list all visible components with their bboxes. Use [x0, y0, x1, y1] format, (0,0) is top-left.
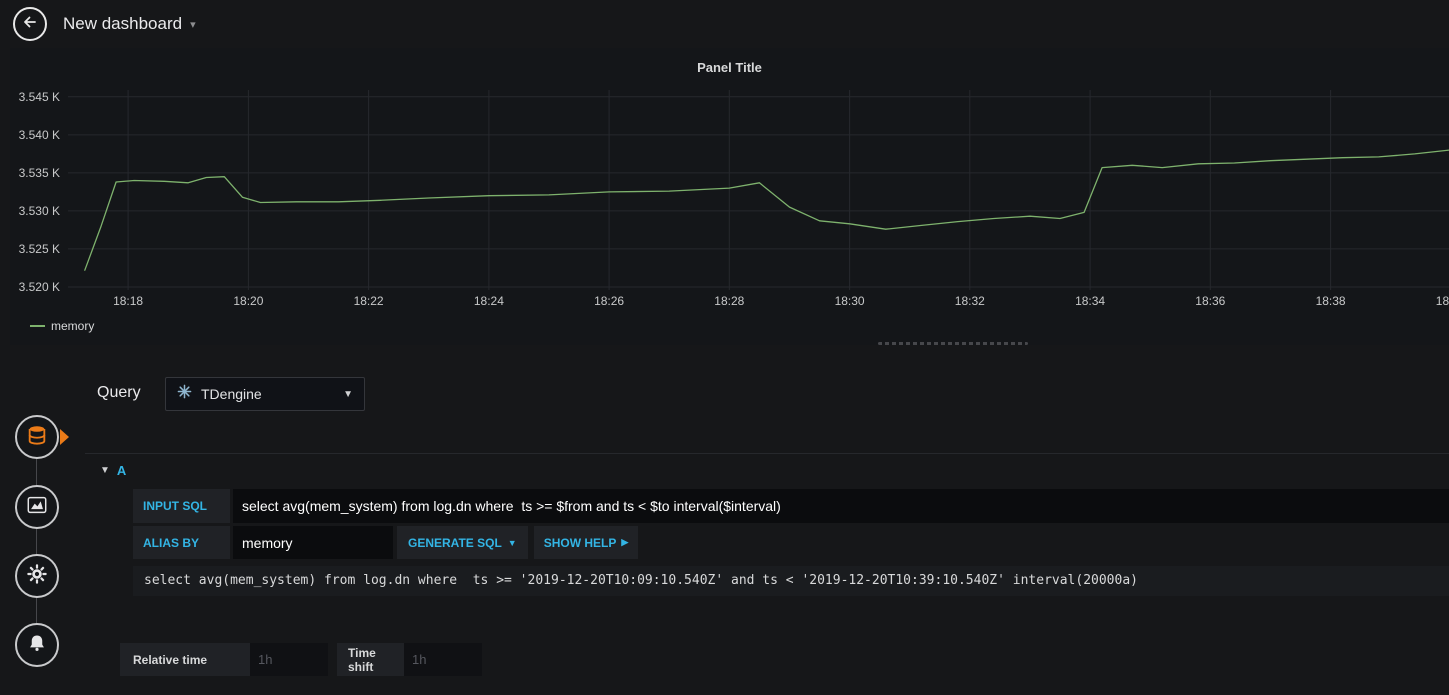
- dashboard-title[interactable]: New dashboard: [63, 14, 182, 34]
- generate-sql-label: GENERATE SQL: [408, 535, 502, 550]
- show-help-button[interactable]: SHOW HELP ▶: [533, 526, 639, 559]
- panel-editor-tabs: [0, 345, 85, 695]
- svg-text:18:38: 18:38: [1316, 294, 1346, 308]
- time-options-row: Relative time Time shift: [120, 643, 482, 676]
- query-row-header[interactable]: ▼ A: [85, 453, 1449, 487]
- bell-icon: [27, 633, 47, 658]
- graph-panel: Panel Title 3.520 K 3.525 K 3.530 K 3.535 K…: [10, 48, 1449, 345]
- database-icon: [26, 424, 48, 451]
- horizontal-scrollbar[interactable]: [878, 342, 1028, 345]
- gear-icon: [25, 562, 49, 591]
- tab-visualization[interactable]: [15, 485, 59, 529]
- datasource-name: TDengine: [201, 386, 262, 402]
- legend-item-memory[interactable]: memory: [30, 319, 94, 333]
- relative-time-label: Relative time: [120, 643, 250, 676]
- query-ref-id: A: [116, 463, 127, 478]
- tab-alert[interactable]: [15, 623, 59, 667]
- svg-text:18:24: 18:24: [474, 294, 504, 308]
- top-bar: New dashboard ▾: [0, 0, 1449, 48]
- chevron-down-icon[interactable]: ▾: [190, 18, 196, 31]
- svg-text:18:18: 18:18: [113, 294, 143, 308]
- svg-text:3.545 K: 3.545 K: [19, 90, 60, 104]
- chevron-right-icon: ▶: [621, 537, 629, 547]
- grafana-panel-edit-screen: New dashboard ▾ Panel Title 3.520 K 3.525…: [0, 0, 1449, 695]
- svg-text:3.520 K: 3.520 K: [19, 280, 60, 294]
- svg-text:3.540 K: 3.540 K: [19, 128, 60, 142]
- chevron-down-icon: ▼: [507, 537, 517, 548]
- svg-text:18:20: 18:20: [233, 294, 263, 308]
- svg-text:3.530 K: 3.530 K: [19, 204, 60, 218]
- input-sql-row: INPUT SQL: [133, 489, 1449, 523]
- tab-general[interactable]: [15, 554, 59, 598]
- time-shift-field[interactable]: [404, 643, 482, 676]
- time-series-chart[interactable]: 3.520 K 3.525 K 3.530 K 3.535 K 3.540 K 3.545…: [10, 48, 1449, 345]
- tdengine-logo-icon: [177, 384, 192, 404]
- alias-by-label: ALIAS BY: [133, 526, 230, 559]
- collapse-caret-icon: ▼: [100, 465, 110, 476]
- query-editor: Query TDengine ▼ ▼ A INPUT SQL ALIAS BY: [85, 360, 1449, 695]
- legend-series-color-icon: [30, 325, 45, 327]
- alias-by-field[interactable]: [233, 526, 393, 559]
- svg-text:18:28: 18:28: [714, 294, 744, 308]
- chevron-down-icon: ▼: [343, 388, 353, 400]
- input-sql-label: INPUT SQL: [133, 489, 230, 523]
- chart-icon: [26, 494, 48, 521]
- legend-series-label: memory: [51, 319, 95, 333]
- svg-text:18:26: 18:26: [594, 294, 624, 308]
- svg-text:18:34: 18:34: [1075, 294, 1105, 308]
- back-button[interactable]: [13, 7, 47, 41]
- relative-time-field[interactable]: [250, 643, 328, 676]
- tab-queries[interactable]: [15, 415, 59, 459]
- datasource-picker[interactable]: TDengine ▼: [165, 377, 365, 411]
- svg-text:18:32: 18:32: [955, 294, 985, 308]
- input-sql-field[interactable]: [233, 489, 1449, 523]
- generate-sql-button[interactable]: GENERATE SQL ▼: [397, 526, 528, 559]
- alias-by-row: ALIAS BY GENERATE SQL ▼ SHOW HELP ▶: [133, 526, 1449, 559]
- svg-text:18:30: 18:30: [835, 294, 865, 308]
- arrow-left-icon: [22, 14, 38, 35]
- svg-text:18:40: 18:40: [1436, 294, 1449, 308]
- active-tab-arrow-icon: [60, 429, 69, 445]
- time-shift-label: Time shift: [337, 643, 404, 676]
- query-section-title: Query: [97, 384, 141, 401]
- svg-text:3.535 K: 3.535 K: [19, 166, 60, 180]
- svg-text:18:22: 18:22: [354, 294, 384, 308]
- svg-text:18:36: 18:36: [1195, 294, 1225, 308]
- svg-text:3.525 K: 3.525 K: [19, 242, 60, 256]
- generated-sql-text: select avg(mem_system) from log.dn where…: [133, 566, 1449, 596]
- show-help-label: SHOW HELP: [543, 535, 617, 550]
